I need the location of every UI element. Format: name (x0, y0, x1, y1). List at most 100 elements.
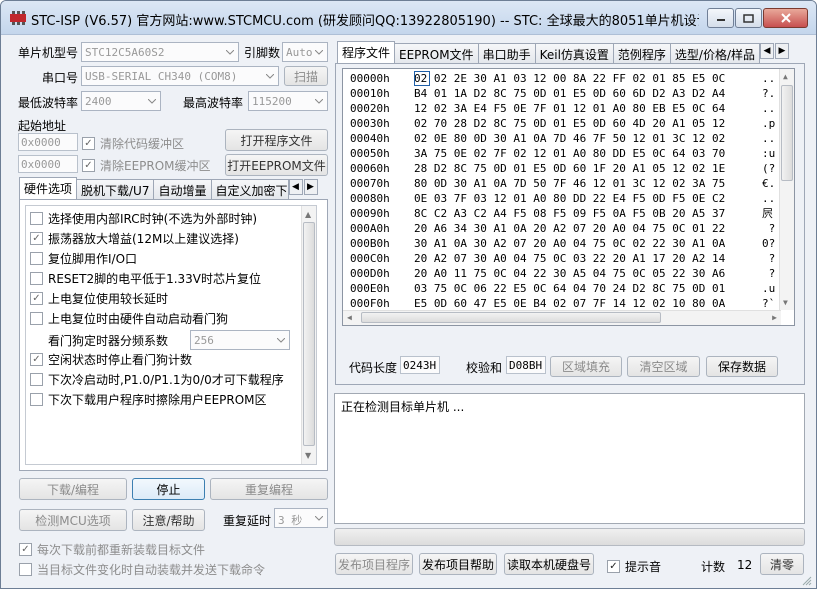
scroll-left-icon: ◀ (347, 313, 352, 322)
tab-offline-download[interactable]: 脱机下载/U7 (76, 179, 155, 199)
scroll-up-icon: ▲ (783, 72, 788, 81)
hardware-option-checkbox[interactable]: ✓ 上电复位使用较长延时 (30, 290, 168, 307)
repeat-delay-select[interactable]: 3 秒 (274, 508, 328, 528)
tab-eeprom-file[interactable]: EEPROM文件 (394, 43, 479, 63)
chevron-right-icon: ▶ (307, 182, 314, 192)
min-baud-select[interactable]: 2400 (81, 91, 161, 111)
tab-auto-increment[interactable]: 自动增量 (153, 179, 212, 199)
reload-before-download-checkbox[interactable]: ✓ 每次下载前都重新装载目标文件 (19, 541, 205, 558)
title-bar: STC-ISP (V6.57) 官方网站:www.STCMCU.com (研发顾… (1, 1, 816, 35)
hex-address: 00080h (350, 192, 390, 205)
hex-bytes: 02 02 2E 30 A1 03 12 00 8A 22 FF 02 01 8… (414, 72, 726, 85)
clear-count-button[interactable]: 清零 (760, 553, 804, 575)
hex-bytes: 03 75 0C 06 22 E5 0C 64 04 70 24 D2 8C 7… (414, 282, 726, 295)
checkbox-box (19, 563, 32, 576)
scrollbar-thumb[interactable] (781, 85, 793, 181)
download-program-button[interactable]: 下载/编程 (19, 478, 127, 500)
tab-scroll-left-button[interactable]: ◀ (288, 179, 303, 195)
count-value: 12 (737, 558, 753, 572)
detect-mcu-button[interactable]: 检测MCU选项 (19, 509, 127, 531)
hex-bytes: 30 A1 0A 30 A2 07 20 A0 04 75 0C 02 22 3… (414, 237, 726, 250)
save-data-button[interactable]: 保存数据 (706, 356, 778, 377)
hex-bytes: 28 D2 8C 75 0D 01 E5 0D 60 1F 20 A1 05 1… (414, 162, 726, 175)
checkbox-check-icon: ✓ (82, 137, 95, 150)
clear-eeprom-buffer-checkbox[interactable]: ✓ 清除EEPROM缓冲区 (82, 157, 211, 174)
clear-code-buffer-checkbox[interactable]: ✓ 清除代码缓冲区 (82, 135, 184, 152)
hex-bytes: 20 A6 34 30 A1 0A 20 A2 07 20 A0 04 75 0… (414, 222, 726, 235)
fill-region-button[interactable]: 区域填充 (550, 356, 622, 377)
options-scrollbar[interactable]: ▲ ▼ (301, 206, 316, 464)
hardware-option-checkbox[interactable]: RESET2脚的电平低于1.33V时芯片复位 (30, 270, 261, 287)
right-tab-bar: 程序文件 EEPROM文件 串口助手 Keil仿真设置 范例程序 选型/价格/样… (337, 41, 790, 63)
hardware-option-checkbox[interactable]: 上电复位时由硬件自动启动看门狗 (30, 310, 228, 327)
tab-selection-price[interactable]: 选型/价格/样品 (669, 43, 761, 63)
tab-program-file[interactable]: 程序文件 (337, 41, 396, 63)
help-button[interactable]: 注意/帮助 (132, 509, 205, 531)
hardware-option-checkbox[interactable]: 复位脚用作I/O口 (30, 250, 137, 267)
minimize-button[interactable] (707, 8, 734, 28)
wdt-prescaler-select[interactable]: 256 (190, 330, 290, 350)
clear-region-button[interactable]: 清空区域 (627, 356, 700, 377)
status-log: 正在检测目标单片机 ... (334, 393, 805, 524)
tab-hardware-options[interactable]: 硬件选项 (19, 177, 78, 199)
hex-vscrollbar[interactable]: ▲ ▼ (779, 69, 794, 310)
hex-address: 000A0h (350, 222, 390, 235)
hardware-option-checkbox[interactable]: ✓ 振荡器放大增益(12M以上建议选择) (30, 230, 239, 247)
scroll-down-icon: ▼ (783, 298, 788, 307)
max-baud-select[interactable]: 115200 (248, 91, 328, 111)
scrollbar-thumb[interactable] (303, 222, 315, 446)
publish-program-button[interactable]: 发布项目程序 (335, 553, 413, 575)
hex-address: 00020h (350, 102, 390, 115)
hardware-option-checkbox[interactable]: ✓ 空闲状态时停止看门狗计数 (30, 351, 192, 368)
tab-scroll-left-button[interactable]: ◀ (760, 43, 775, 59)
hex-address: 00070h (350, 177, 390, 190)
tab-custom-encryption[interactable]: 自定义加密下 (210, 179, 289, 199)
stop-button[interactable]: 停止 (132, 478, 205, 500)
pin-count-select[interactable]: Auto (282, 42, 328, 62)
chevron-down-icon (262, 67, 278, 85)
main-window: STC-ISP (V6.57) 官方网站:www.STCMCU.com (研发顾… (0, 0, 817, 589)
tab-keil-settings[interactable]: Keil仿真设置 (534, 43, 614, 63)
hex-bytes: 02 0E 80 0D 30 A1 0A 7D 46 7F 50 12 01 3… (414, 132, 726, 145)
clear-code-buffer-label: 清除代码缓冲区 (100, 137, 185, 151)
scroll-down-icon: ▼ (305, 451, 312, 460)
hardware-option-label: 下次冷启动时,P1.0/P1.1为0/0才可下载程序 (48, 373, 284, 387)
checkbox-box (30, 373, 43, 386)
hardware-option-checkbox[interactable]: 下次下载用户程序时擦除用户EEPROM区 (30, 391, 267, 408)
count-label: 计数 (701, 560, 726, 574)
scan-button[interactable]: 扫描 (284, 66, 328, 86)
serial-port-select[interactable]: USB-SERIAL CH340 (COM8) (81, 66, 279, 86)
scrollbar-thumb[interactable] (361, 312, 661, 323)
repeat-program-button[interactable]: 重复编程 (210, 478, 328, 500)
chevron-down-icon (222, 43, 238, 61)
hex-hscrollbar[interactable]: ◀ ▶ (343, 310, 781, 325)
chevron-down-icon (311, 43, 327, 61)
hex-viewer[interactable]: 00000h 02 02 2E 30 A1 03 12 00 8A 22 FF 0… (342, 68, 795, 326)
hardware-option-checkbox[interactable]: 下次冷启动时,P1.0/P1.1为0/0才可下载程序 (30, 371, 284, 388)
code-start-address-input[interactable]: 0x0000 (18, 133, 78, 151)
tab-sample-programs[interactable]: 范例程序 (612, 43, 671, 63)
read-disk-id-button[interactable]: 读取本机硬盘号 (504, 553, 594, 575)
open-eeprom-file-button[interactable]: 打开EEPROM文件 (225, 154, 328, 176)
eeprom-start-address-input[interactable]: 0x0000 (18, 155, 78, 173)
tab-scroll-right-button[interactable]: ▶ (303, 179, 318, 195)
hex-address: 00030h (350, 117, 390, 130)
hex-bytes: 3A 75 0E 02 7F 02 12 01 A0 80 DD E5 0C 6… (414, 147, 726, 160)
mcu-type-select[interactable]: STC12C5A60S2 (81, 42, 239, 62)
checkbox-box (30, 252, 43, 265)
auto-load-on-change-checkbox[interactable]: 当目标文件变化时自动装载并发送下载命令 (19, 561, 265, 578)
resize-grip-icon[interactable] (802, 576, 812, 586)
tab-scroll-right-button[interactable]: ▶ (775, 43, 790, 59)
sound-checkbox[interactable]: ✓ 提示音 (607, 558, 661, 575)
checkbox-check-icon: ✓ (30, 292, 43, 305)
hardware-option-label: 振荡器放大增益(12M以上建议选择) (48, 232, 239, 246)
close-button[interactable] (763, 8, 808, 28)
repeat-delay-label: 重复延时 (223, 514, 272, 528)
hex-address: 000B0h (350, 237, 390, 250)
tab-serial-assistant[interactable]: 串口助手 (477, 43, 536, 63)
hardware-option-label: RESET2脚的电平低于1.33V时芯片复位 (48, 272, 262, 286)
maximize-button[interactable] (735, 8, 762, 28)
hardware-option-checkbox[interactable]: 选择使用内部IRC时钟(不选为外部时钟) (30, 210, 257, 227)
publish-help-button[interactable]: 发布项目帮助 (419, 553, 497, 575)
open-program-file-button[interactable]: 打开程序文件 (225, 129, 328, 151)
